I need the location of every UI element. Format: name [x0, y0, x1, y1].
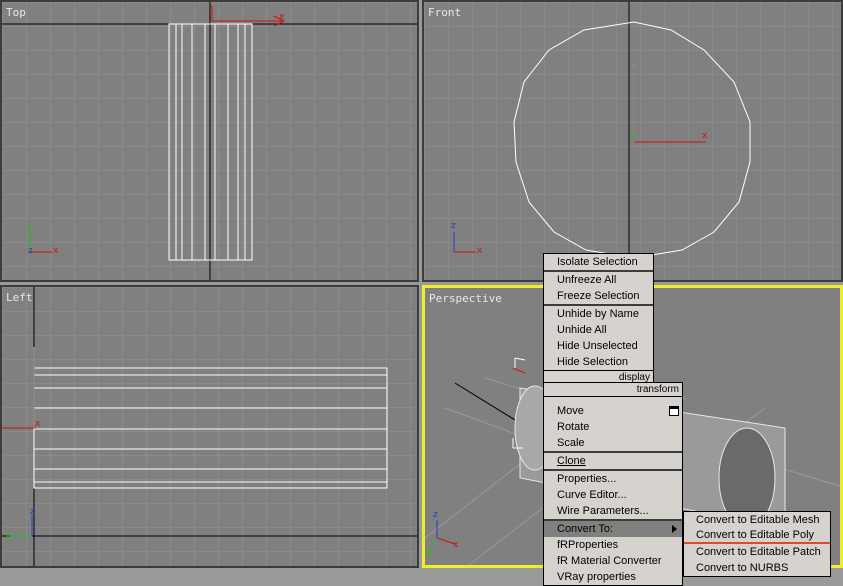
axis-label-x: x	[53, 246, 59, 256]
axis-label-x: x	[35, 419, 41, 429]
axis-label-x: x	[453, 540, 459, 550]
menu-item-fr-material-converter[interactable]: fR Material Converter	[544, 553, 682, 569]
menu-item-properties[interactable]: Properties...	[544, 469, 682, 487]
menu-item-wire-parameters[interactable]: Wire Parameters...	[544, 503, 682, 519]
menu-item-convert-to[interactable]: Convert To:	[544, 519, 682, 537]
menu-item-convert-nurbs[interactable]: Convert to NURBS	[684, 560, 830, 576]
axis-label-y: y	[5, 531, 11, 541]
menu-item-hide-unselected[interactable]: Hide Unselected	[544, 338, 653, 354]
menu-item-clone[interactable]: Clone	[544, 451, 682, 469]
submenu-arrow-icon	[672, 525, 677, 533]
axis-label-x: x	[477, 246, 483, 256]
axis-label-z: z	[433, 510, 438, 520]
axis-label-y: y	[27, 221, 33, 231]
quad-menu-display: Isolate Selection Unfreeze All Freeze Se…	[543, 253, 654, 386]
menu-item-freeze-selection[interactable]: Freeze Selection	[544, 288, 653, 304]
menu-item-scale[interactable]: Scale	[544, 435, 682, 451]
axis-label-z: z	[30, 507, 35, 517]
viewport-top[interactable]: Top x y z x	[0, 0, 419, 282]
menu-item-curve-editor[interactable]: Curve Editor...	[544, 487, 682, 503]
menu-item-frproperties[interactable]: fRProperties	[544, 537, 682, 553]
menu-item-convert-editable-poly[interactable]: Convert to Editable Poly	[684, 528, 830, 544]
menu-item-hide-selection[interactable]: Hide Selection	[544, 354, 653, 370]
menu-item-rotate[interactable]: Rotate	[544, 419, 682, 435]
quad-header-transform: transform	[544, 382, 682, 397]
menu-item-vray-properties[interactable]: VRay properties	[544, 569, 682, 585]
menu-item-convert-editable-mesh[interactable]: Convert to Editable Mesh	[684, 512, 830, 528]
convert-to-submenu: Convert to Editable Mesh Convert to Edit…	[683, 511, 831, 577]
axis-label-y: y	[425, 548, 431, 558]
axis-label-z: z	[28, 246, 33, 256]
viewport-left[interactable]: Left x z y	[0, 285, 419, 568]
axis-label-x: x	[279, 12, 285, 22]
axis-label-y: y	[631, 131, 637, 141]
viewport-label-front[interactable]: Front	[428, 6, 461, 19]
axis-label-x: x	[702, 131, 708, 141]
menu-item-move-label: Move	[557, 405, 584, 417]
front-view-drawing	[453, 2, 751, 280]
axis-label-z: z	[451, 221, 456, 231]
viewport-label-top[interactable]: Top	[6, 6, 26, 19]
menu-item-isolate-selection[interactable]: Isolate Selection	[544, 254, 653, 270]
menu-item-unfreeze-all[interactable]: Unfreeze All	[544, 270, 653, 288]
quad-menu-transform: transform Move Rotate Scale Clone Proper…	[543, 382, 683, 586]
menu-item-convert-editable-patch[interactable]: Convert to Editable Patch	[684, 544, 830, 560]
left-view-drawing	[2, 287, 417, 566]
viewport-front[interactable]: Front x y z z x	[422, 0, 843, 282]
top-view-drawing	[2, 2, 417, 280]
viewport-label-left[interactable]: Left	[6, 291, 33, 304]
menu-item-unhide-all[interactable]: Unhide All	[544, 322, 653, 338]
menu-item-convert-to-label: Convert To:	[557, 523, 614, 535]
viewport-label-perspective[interactable]: Perspective	[429, 292, 502, 305]
menu-item-unhide-by-name[interactable]: Unhide by Name	[544, 304, 653, 322]
menu-item-move[interactable]: Move	[544, 403, 682, 419]
settings-box-icon[interactable]	[669, 406, 679, 416]
axis-label-z: z	[632, 62, 637, 72]
